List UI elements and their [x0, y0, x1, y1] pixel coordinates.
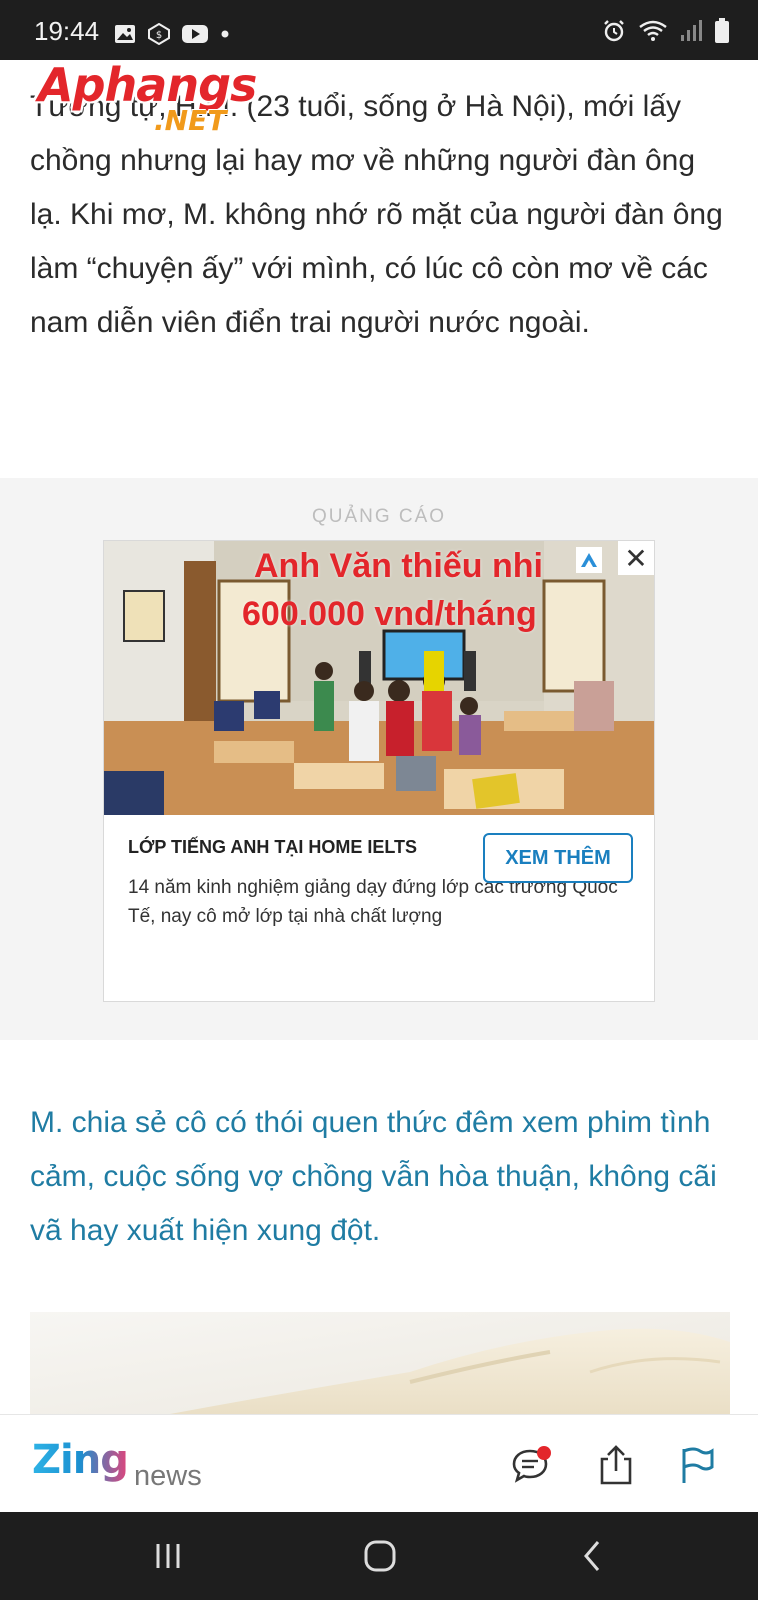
status-time: 19:44: [34, 16, 100, 46]
ad-label: QUẢNG CÁO: [311, 506, 447, 527]
watermark-suffix: .NET: [154, 104, 227, 137]
ad-image[interactable]: Anh Văn thiếu nhi 600.000 vnd/tháng ✕: [104, 541, 654, 815]
ad-close-button[interactable]: ✕: [618, 541, 654, 575]
android-nav-bar: [0, 1512, 758, 1600]
home-icon[interactable]: [358, 1534, 402, 1578]
article-photo[interactable]: [30, 1312, 730, 1414]
youtube-icon: [182, 25, 208, 43]
gallery-icon: [115, 25, 135, 43]
share-icon[interactable]: [594, 1443, 638, 1487]
ad-cta-button[interactable]: XEM THÊM: [483, 833, 633, 883]
comment-icon[interactable]: [510, 1443, 554, 1487]
app-shield-icon: $: [148, 23, 170, 45]
ad-image-headline-2: 600.000 vnd/tháng: [242, 595, 537, 633]
zing-wordmark: Zing: [32, 1437, 129, 1483]
status-notification-icons: $: [114, 22, 230, 46]
dot-icon: [221, 30, 229, 38]
svg-text:$: $: [156, 30, 162, 41]
ad-image-headline-1: Anh Văn thiếu nhi: [254, 547, 543, 585]
wifi-icon: [639, 20, 667, 41]
ad-section: QUẢNG CÁO Anh Văn thiếu nhi 600.000 vnd/…: [0, 478, 758, 1040]
ad-choices-icon[interactable]: [576, 547, 602, 573]
ad-card[interactable]: Anh Văn thiếu nhi 600.000 vnd/tháng ✕ LỚ…: [103, 540, 655, 1002]
battery-icon: [715, 18, 729, 43]
alarm-icon: [604, 20, 624, 42]
news-wordmark: news: [134, 1460, 202, 1492]
flag-icon[interactable]: [674, 1443, 718, 1487]
status-system-icons: [602, 18, 730, 44]
bottom-app-bar: Zing news: [0, 1414, 758, 1513]
recent-apps-icon[interactable]: [148, 1534, 192, 1578]
back-icon[interactable]: [572, 1534, 616, 1578]
signal-icon: [681, 20, 702, 41]
status-bar: 19:44 $: [0, 0, 758, 60]
watermark-logo: Aphangs .NET: [38, 58, 268, 142]
ad-title[interactable]: LỚP TIẾNG ANH TẠI HOME IELTS: [128, 837, 417, 858]
article-paragraph-2: M. chia sẻ cô có thói quen thức đêm xem …: [30, 1106, 717, 1247]
zing-news-logo[interactable]: Zing news: [32, 1435, 202, 1493]
bedsheet-image: [30, 1312, 730, 1414]
svg-text:Zing: Zing: [32, 1437, 128, 1483]
